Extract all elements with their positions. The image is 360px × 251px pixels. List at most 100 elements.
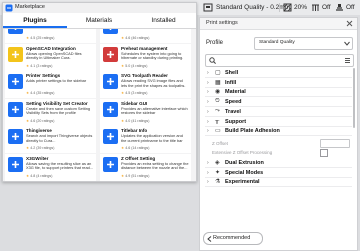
star-icon: ★ bbox=[121, 63, 125, 68]
tab-materials[interactable]: Materials bbox=[67, 13, 131, 28]
plugin-card[interactable]: Z Offset Setting Provides an extra settin… bbox=[100, 153, 191, 181]
plugin-card[interactable]: Sidebar GUI Provides an alternative inter… bbox=[100, 98, 191, 126]
plugin-icon bbox=[8, 101, 23, 117]
support-value[interactable]: Off bbox=[322, 3, 331, 12]
power-icon bbox=[103, 46, 118, 62]
tab-plugins[interactable]: Plugins bbox=[3, 13, 67, 28]
plugin-card[interactable]: ★ 4.6 (46 ratings) bbox=[100, 29, 191, 43]
plugin-rating-text: 4.8 (4 ratings) bbox=[30, 173, 53, 178]
plugin-rating-text: 4.6 (46 ratings) bbox=[125, 36, 150, 40]
chevron-right-icon: › bbox=[207, 118, 209, 125]
adhesion-value[interactable]: Off bbox=[346, 3, 355, 12]
profile-dropdown[interactable]: Standard Quality bbox=[254, 37, 353, 50]
star-icon: ★ bbox=[26, 146, 30, 150]
z-offset-input[interactable] bbox=[320, 139, 350, 148]
category-label: Build Plate Adhesion bbox=[225, 128, 280, 135]
settings-category[interactable]: › ◈ Dual Extrusion bbox=[205, 159, 352, 168]
plugin-rating-text: 4.5 (3 ratings) bbox=[125, 91, 148, 95]
thingiverse-icon bbox=[8, 129, 23, 144]
plugin-rating-text: 4.6 (14 ratings) bbox=[125, 146, 150, 150]
plugin-icon bbox=[103, 156, 118, 172]
settings-category[interactable]: › ╥ Support bbox=[205, 118, 352, 127]
plugin-name: OpenSCAD Integration bbox=[26, 45, 76, 51]
settings-category[interactable]: › ▢ Shell bbox=[205, 69, 352, 78]
travel-icon: ⤳ bbox=[215, 107, 220, 114]
infill-value[interactable]: 20% bbox=[294, 3, 307, 12]
settings-category[interactable]: › ◉ Material bbox=[205, 88, 352, 98]
plugin-name: Setting Visibility Set Creator bbox=[26, 100, 88, 106]
settings-category[interactable]: › ⤳ Travel bbox=[205, 108, 352, 117]
openscad-icon bbox=[8, 46, 23, 62]
settings-category[interactable]: › ⚗ Experimental bbox=[205, 178, 352, 188]
plugin-description: Provides an extra setting to change the … bbox=[121, 160, 189, 171]
shell-icon: ▢ bbox=[215, 70, 221, 76]
chevron-left-icon bbox=[207, 236, 212, 242]
plugin-description: Allows saving the resulting slice as an … bbox=[26, 160, 94, 171]
search-icon bbox=[209, 57, 216, 64]
category-label: Special Modes bbox=[225, 169, 264, 176]
star-icon: ★ bbox=[121, 118, 125, 123]
plugin-description: Provides an alternative interface which … bbox=[121, 105, 188, 116]
plugin-description: Schedules the system into going to hiber… bbox=[121, 50, 184, 61]
plugin-rating: ★ 4.9 (51 ratings) bbox=[121, 174, 149, 178]
chevron-right-icon: › bbox=[207, 89, 209, 96]
plugin-rating-text: 4.1 (3 ratings) bbox=[30, 63, 53, 68]
plugin-description: Updates the application version and the … bbox=[121, 133, 183, 143]
plugin-card[interactable]: SVG Toolpath Reader Allows reading SVG im… bbox=[100, 71, 191, 98]
plugin-rating: ★ 5.0 (4 ratings) bbox=[121, 64, 147, 68]
plugin-description: Adds printer settings to the sidebar bbox=[26, 78, 87, 83]
plugin-card[interactable]: X3GWriter Allows saving the resulting sli… bbox=[5, 153, 96, 181]
scrollbar[interactable] bbox=[353, 68, 355, 128]
plugin-rating: ★ 4.8 (4 ratings) bbox=[26, 174, 52, 178]
plugin-name: X3GWriter bbox=[26, 155, 49, 161]
category-label: Travel bbox=[225, 108, 241, 115]
settings-search-input[interactable] bbox=[205, 54, 354, 67]
panel-title: Print settings bbox=[206, 20, 238, 26]
plugin-name: Preheat management bbox=[121, 45, 168, 51]
plugin-card[interactable]: Thingiverse Search and import Thingiverse… bbox=[5, 126, 96, 153]
window-title: Marketplace bbox=[15, 4, 45, 10]
dual-extrusion-icon: ◈ bbox=[215, 160, 220, 166]
chevron-down-icon bbox=[344, 41, 350, 46]
plugin-rating: ★ 4.1 (3 ratings) bbox=[26, 64, 52, 68]
star-icon: ★ bbox=[121, 36, 125, 40]
plugin-card[interactable]: ★ 4.5 (25 ratings) bbox=[5, 29, 96, 43]
plugin-icon bbox=[103, 74, 118, 89]
plugin-grid[interactable]: ★ 4.5 (25 ratings) ★ 4.6 (46 ratings) Open… bbox=[3, 29, 196, 181]
plugin-icon bbox=[103, 101, 118, 117]
plugin-rating-text: 5.0 (4 ratings) bbox=[125, 63, 148, 68]
profile-value: Standard Quality bbox=[259, 40, 295, 45]
plugin-card[interactable]: Titlebar Info Updates the application ver… bbox=[100, 126, 191, 153]
close-icon[interactable] bbox=[346, 20, 353, 27]
plugin-icon bbox=[8, 29, 23, 34]
tab-installed[interactable]: Installed bbox=[131, 13, 196, 28]
star-icon: ★ bbox=[26, 173, 30, 178]
setting-label: Z Offset bbox=[212, 141, 228, 146]
settings-category[interactable]: › ✦ Special Modes bbox=[205, 169, 352, 178]
plugin-card[interactable]: Preheat management Schedules the system i… bbox=[100, 43, 191, 71]
recommended-button[interactable]: Recommended bbox=[203, 232, 263, 245]
plugin-rating-text: 4.4 (35 ratings) bbox=[30, 91, 55, 95]
marketplace-tabs: Plugins Materials Installed bbox=[3, 13, 196, 29]
settings-category[interactable]: › ▭ Build Plate Adhesion bbox=[205, 127, 352, 137]
settings-category[interactable]: › ⏲ Speed bbox=[205, 98, 352, 108]
plugin-rating: ★ 4.6 (46 ratings) bbox=[121, 36, 149, 40]
z-offset-processing-checkbox[interactable] bbox=[320, 149, 328, 157]
panel-header: Print settings bbox=[200, 18, 357, 30]
plugin-card[interactable]: Printer Settings Adds printer settings to… bbox=[5, 71, 96, 98]
plugin-name: Sidebar GUI bbox=[121, 100, 148, 106]
plugin-description: Create and then save custom Setting Visi… bbox=[26, 105, 91, 116]
plugin-icon bbox=[103, 129, 118, 144]
chevron-right-icon: › bbox=[207, 70, 209, 76]
plugin-rating-text: 4.0 (41 ratings) bbox=[125, 118, 150, 123]
chevron-right-icon: › bbox=[207, 169, 209, 176]
category-label: Material bbox=[225, 89, 246, 96]
plugin-rating: ★ 4.5 (25 ratings) bbox=[26, 36, 54, 40]
marketplace-titlebar: Marketplace bbox=[3, 3, 196, 13]
plugin-card[interactable]: OpenSCAD Integration Allows opening OpenS… bbox=[5, 43, 96, 71]
plugin-name: Z Offset Setting bbox=[121, 155, 156, 161]
menu-icon[interactable] bbox=[344, 57, 351, 64]
star-icon: ★ bbox=[26, 91, 30, 95]
plugin-card[interactable]: Setting Visibility Set Creator Create and… bbox=[5, 98, 96, 126]
settings-category[interactable]: › ▦ Infill bbox=[205, 79, 352, 88]
